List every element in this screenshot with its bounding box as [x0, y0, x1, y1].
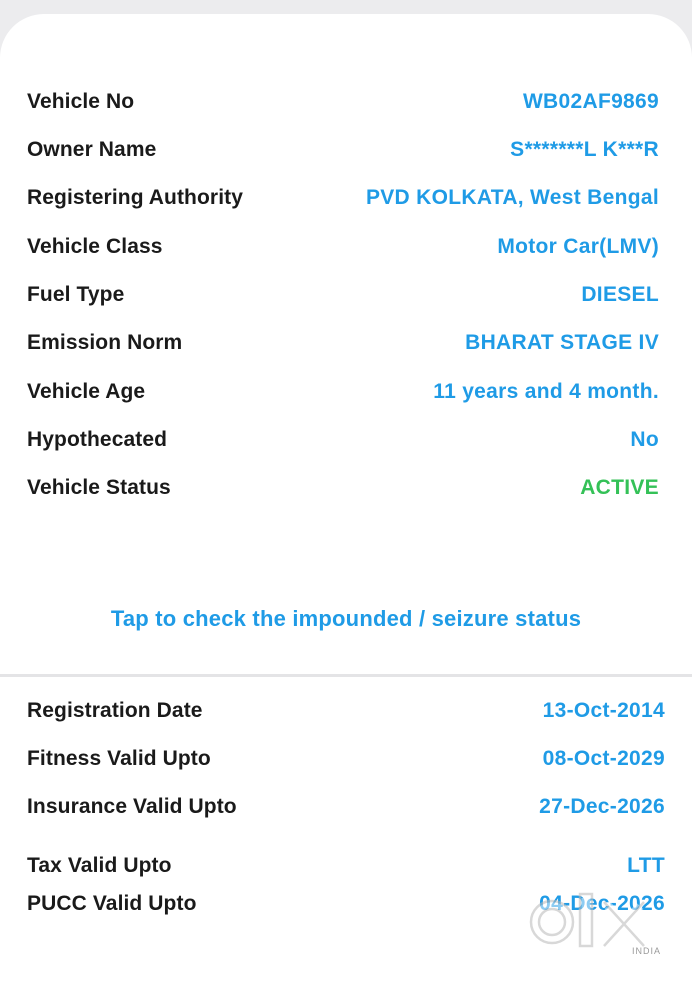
detail-row-fuel-type: Fuel Type DIESEL	[0, 283, 692, 317]
owner-name-label: Owner Name	[27, 138, 157, 161]
registration-date-value: 13-Oct-2014	[542, 699, 665, 722]
validity-row-registration-date: Registration Date 13-Oct-2014	[0, 699, 692, 733]
fitness-valid-value: 08-Oct-2029	[542, 747, 665, 770]
impound-status-link[interactable]: Tap to check the impounded / seizure sta…	[0, 606, 692, 632]
detail-row-vehicle-no: Vehicle No WB02AF9869	[0, 90, 692, 124]
emission-norm-label: Emission Norm	[27, 331, 183, 354]
vehicle-class-value: Motor Car(LMV)	[497, 235, 659, 258]
detail-row-vehicle-status: Vehicle Status ACTIVE	[0, 476, 692, 510]
detail-row-vehicle-age: Vehicle Age 11 years and 4 month.	[0, 380, 692, 414]
registering-authority-value: PVD KOLKATA, West Bengal	[365, 186, 659, 209]
fuel-type-label: Fuel Type	[27, 283, 125, 306]
vehicle-status-badge: ACTIVE	[580, 476, 659, 499]
owner-name-value: S*******L K***R	[510, 138, 659, 161]
pucc-valid-label: PUCC Valid Upto	[27, 892, 197, 915]
fuel-type-value: DIESEL	[581, 283, 659, 306]
tax-valid-label: Tax Valid Upto	[27, 854, 172, 877]
vehicle-no-value: WB02AF9869	[522, 90, 659, 113]
detail-row-emission-norm: Emission Norm BHARAT STAGE IV	[0, 331, 692, 365]
fitness-valid-label: Fitness Valid Upto	[27, 747, 211, 770]
watermark-country-label: INDIA	[632, 946, 662, 956]
insurance-valid-value: 27-Dec-2026	[539, 795, 665, 818]
insurance-valid-label: Insurance Valid Upto	[27, 795, 237, 818]
detail-row-vehicle-class: Vehicle Class Motor Car(LMV)	[0, 235, 692, 269]
hypothecated-value: No	[630, 428, 659, 451]
detail-row-registering-authority: Registering Authority PVD KOLKATA, West …	[0, 186, 692, 220]
hypothecated-label: Hypothecated	[27, 428, 168, 451]
validity-row-insurance: Insurance Valid Upto 27-Dec-2026	[0, 795, 692, 829]
emission-norm-value: BHARAT STAGE IV	[465, 331, 659, 354]
validity-row-fitness: Fitness Valid Upto 08-Oct-2029	[0, 747, 692, 781]
vehicle-class-label: Vehicle Class	[27, 235, 163, 258]
tax-valid-value: LTT	[627, 854, 665, 877]
vehicle-no-label: Vehicle No	[27, 90, 135, 113]
vehicle-age-label: Vehicle Age	[27, 380, 146, 403]
detail-row-owner-name: Owner Name S*******L K***R	[0, 138, 692, 172]
vehicle-age-value: 11 years and 4 month.	[433, 380, 659, 403]
detail-row-hypothecated: Hypothecated No	[0, 428, 692, 462]
registering-authority-label: Registering Authority	[27, 186, 243, 209]
vehicle-status-label: Vehicle Status	[27, 476, 171, 499]
validity-row-tax: Tax Valid Upto LTT	[0, 854, 692, 888]
registration-date-label: Registration Date	[27, 699, 203, 722]
